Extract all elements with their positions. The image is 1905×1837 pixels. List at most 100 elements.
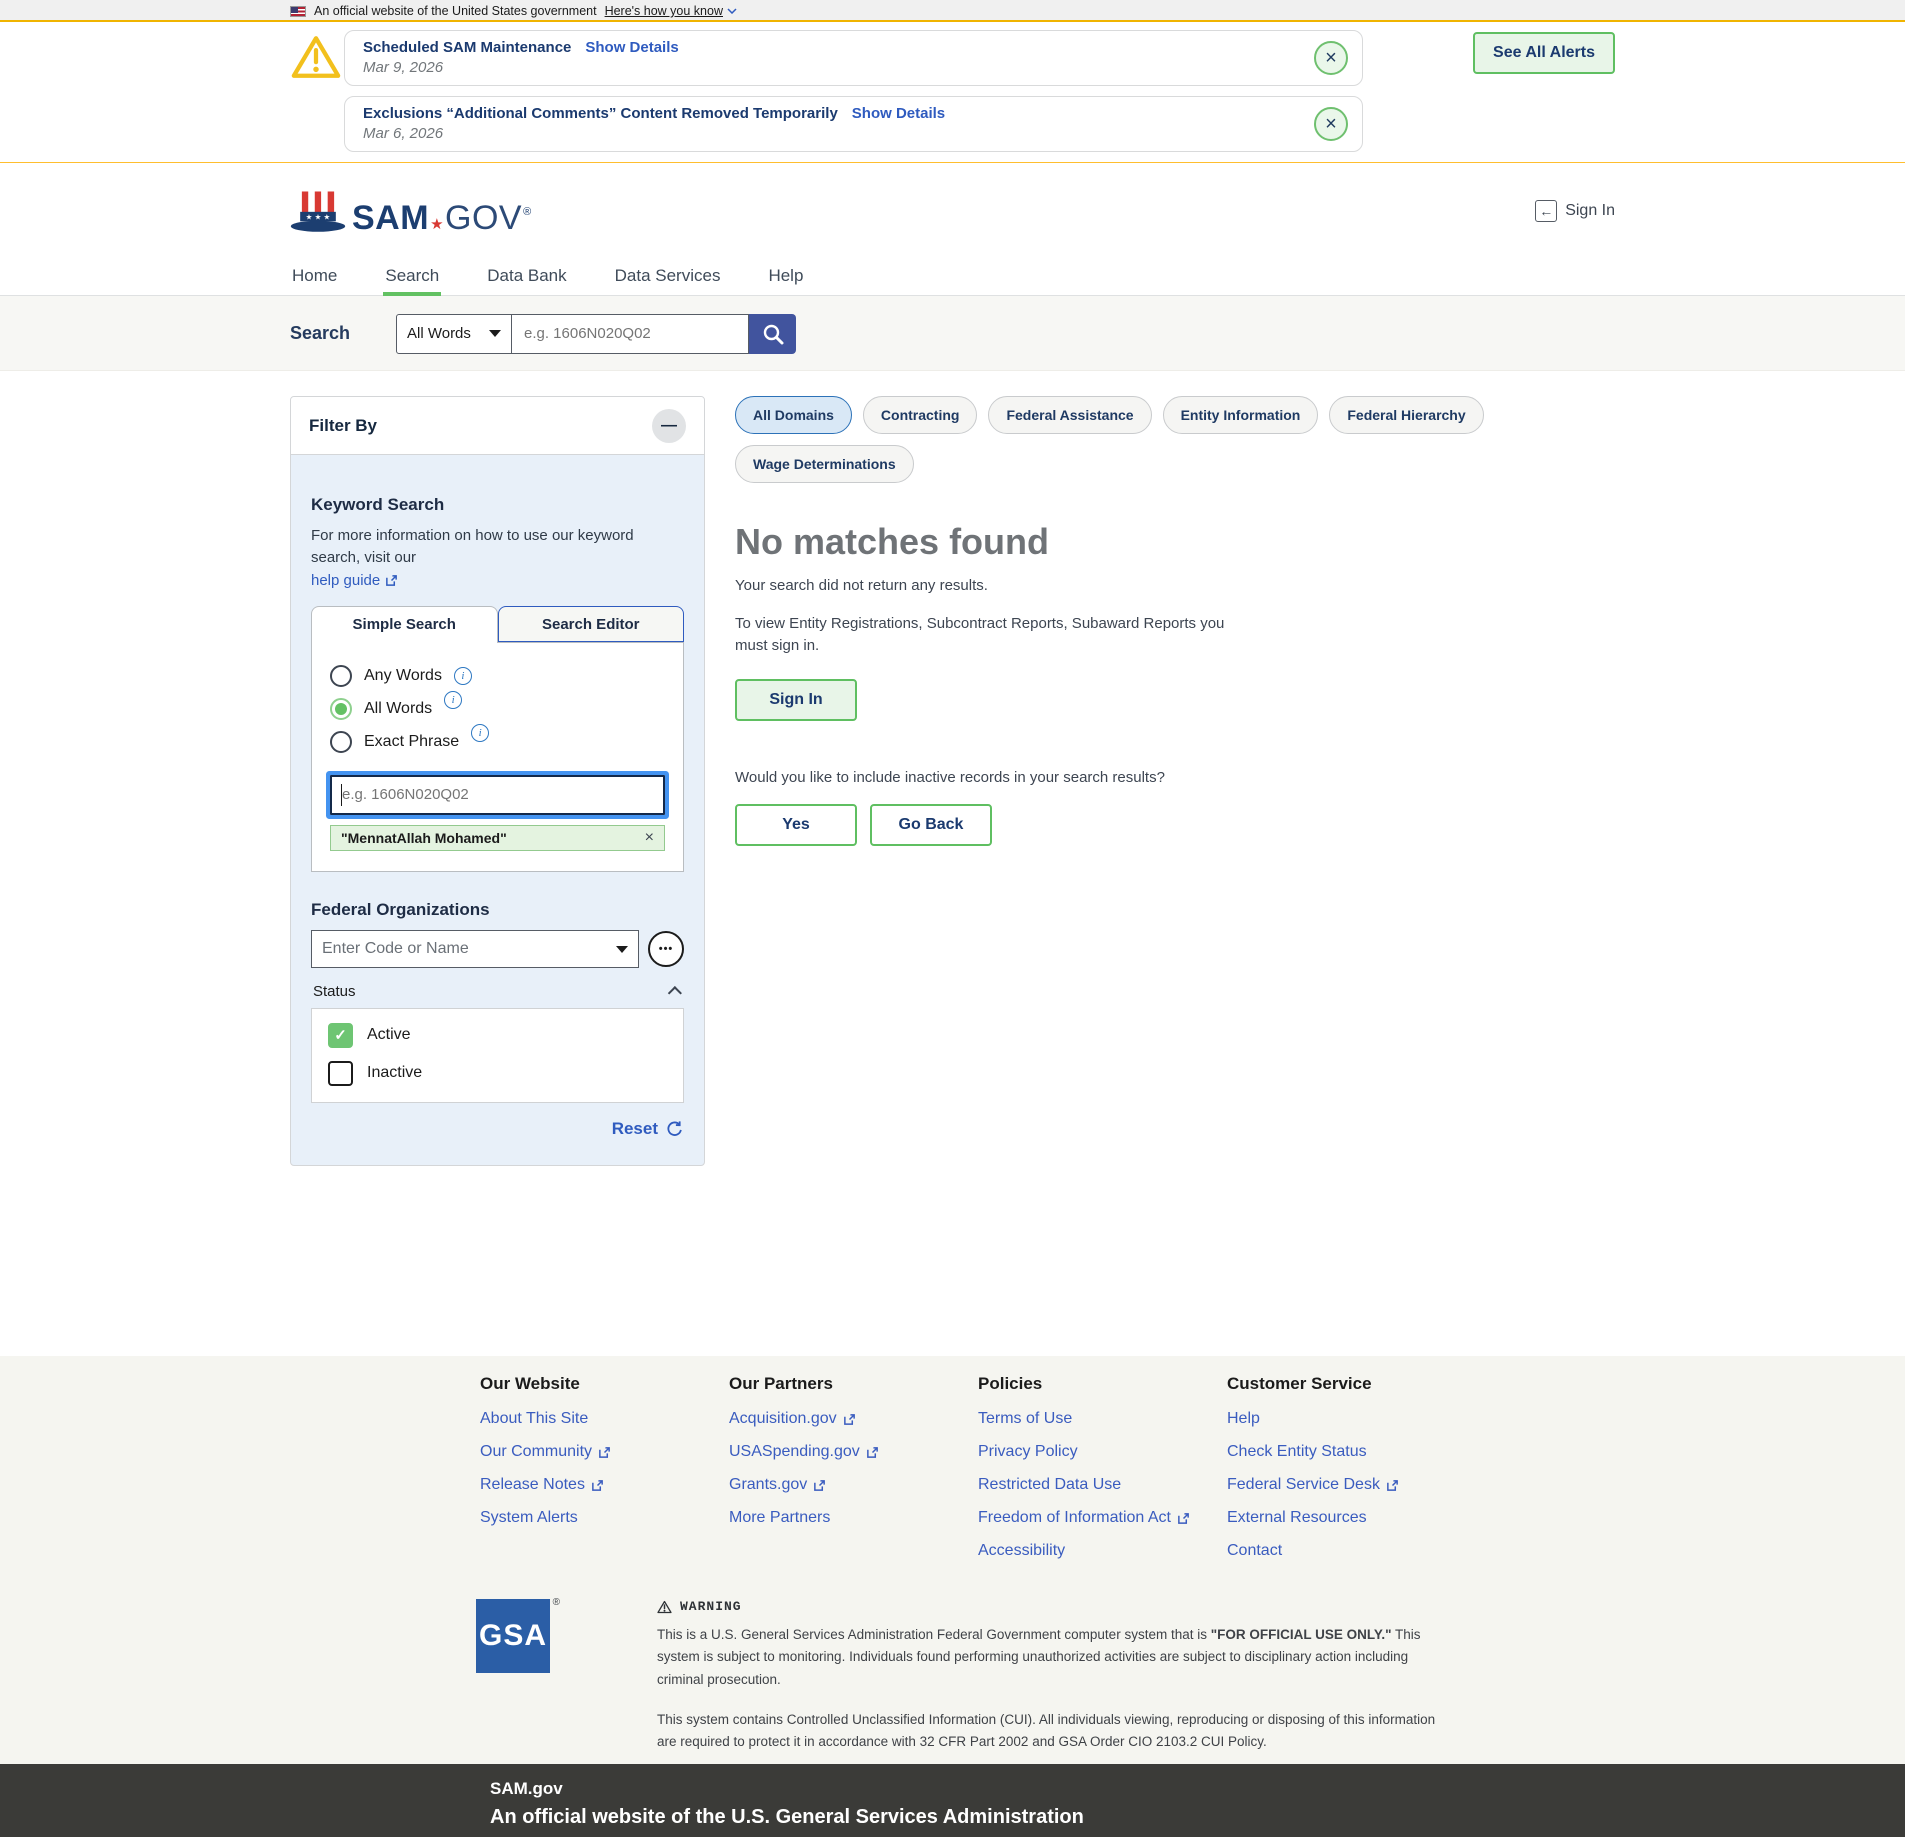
footer-link-label: System Alerts — [480, 1509, 578, 1527]
footer-link-system-alerts[interactable]: System Alerts — [480, 1509, 729, 1527]
alert-card-exclusions: Exclusions “Additional Comments” Content… — [344, 96, 1363, 152]
info-icon[interactable]: i — [444, 691, 462, 709]
help-guide-link[interactable]: help guide — [311, 572, 398, 589]
alert-date: Mar 9, 2026 — [363, 59, 1298, 76]
footer-link-check-entity-status[interactable]: Check Entity Status — [1227, 1443, 1476, 1461]
gov-banner-text: An official website of the United States… — [314, 4, 597, 18]
footer-link-external-resources[interactable]: External Resources — [1227, 1509, 1476, 1527]
radio-circle[interactable] — [330, 665, 352, 687]
nav-item-data-services[interactable]: Data Services — [613, 258, 723, 295]
warning-block: WARNING This is a U.S. General Services … — [657, 1599, 1457, 1753]
enter-arrow-icon: ← — [1535, 200, 1557, 222]
checkbox-label: Inactive — [367, 1064, 422, 1082]
checkbox-unchecked-icon[interactable] — [328, 1061, 353, 1086]
nav-item-home[interactable]: Home — [290, 258, 339, 295]
footer-col-our-partners: Our Partners Acquisition.gov USASpending… — [729, 1374, 978, 1575]
caret-down-icon — [489, 330, 501, 337]
reset-filters-link[interactable]: Reset — [612, 1119, 658, 1139]
info-icon[interactable]: i — [471, 724, 489, 742]
results-sign-in-button[interactable]: Sign In — [735, 679, 857, 721]
keyword-info-text: For more information on how to use our k… — [311, 525, 684, 569]
see-all-alerts-button[interactable]: See All Alerts — [1473, 32, 1615, 74]
show-details-link[interactable]: Show Details — [852, 105, 945, 122]
radio-any-words[interactable]: Any Words i — [330, 665, 665, 687]
keyword-search-input[interactable] — [332, 777, 663, 813]
svg-text:★ ★ ★: ★ ★ ★ — [306, 212, 331, 221]
footer-link-federal-service-desk[interactable]: Federal Service Desk — [1227, 1476, 1476, 1494]
footer-col-heading: Policies — [978, 1374, 1227, 1394]
external-link-icon — [813, 1479, 826, 1492]
no-results-message: Your search did not return any results. — [735, 577, 1615, 594]
footer-link-accessibility[interactable]: Accessibility — [978, 1542, 1227, 1560]
federal-org-input[interactable] — [311, 930, 639, 968]
org-more-options-button[interactable]: ••• — [648, 931, 684, 967]
checkbox-inactive[interactable]: Inactive — [328, 1061, 667, 1086]
footer-link-contact[interactable]: Contact — [1227, 1542, 1476, 1560]
refresh-icon[interactable] — [666, 1120, 684, 1138]
close-alert-button[interactable]: × — [1314, 41, 1348, 75]
search-submit-button[interactable] — [749, 314, 796, 354]
chip-label: "MennatAllah Mohamed" — [341, 830, 507, 846]
sam-gov-logo[interactable]: ★ ★ ★ SAM★GOV® — [290, 187, 532, 235]
external-link-icon — [866, 1446, 879, 1459]
domain-tab-contracting[interactable]: Contracting — [863, 396, 978, 434]
keyword-input-wrap — [330, 775, 665, 815]
keyword-chip: "MennatAllah Mohamed" × — [330, 825, 665, 851]
footer-link-privacy-policy[interactable]: Privacy Policy — [978, 1443, 1227, 1461]
sign-in-link[interactable]: ← Sign In — [1535, 200, 1615, 222]
footer-link-foia[interactable]: Freedom of Information Act — [978, 1509, 1227, 1527]
footer-link-usaspending-gov[interactable]: USASpending.gov — [729, 1443, 978, 1461]
footer-col-customer-service: Customer Service Help Check Entity Statu… — [1227, 1374, 1476, 1575]
include-inactive-question: Would you like to include inactive recor… — [735, 769, 1615, 786]
chip-remove-icon[interactable]: × — [645, 830, 654, 846]
domain-tab-wage-determinations[interactable]: Wage Determinations — [735, 445, 914, 483]
warning-triangle-icon — [290, 30, 344, 85]
alert-title: Scheduled SAM Maintenance — [363, 39, 571, 56]
radio-circle-checked[interactable] — [330, 698, 352, 720]
show-details-link[interactable]: Show Details — [585, 39, 678, 56]
footer-link-release-notes[interactable]: Release Notes — [480, 1476, 729, 1494]
tab-search-editor[interactable]: Search Editor — [498, 606, 685, 642]
checkbox-active[interactable]: ✓ Active — [328, 1023, 667, 1048]
checkbox-checked-icon[interactable]: ✓ — [328, 1023, 353, 1048]
warning-paragraph-1: This is a U.S. General Services Administ… — [657, 1624, 1457, 1691]
footer-link-restricted-data-use[interactable]: Restricted Data Use — [978, 1476, 1227, 1494]
footer-link-acquisition-gov[interactable]: Acquisition.gov — [729, 1410, 978, 1428]
top-search-input[interactable] — [512, 314, 749, 354]
nav-item-search[interactable]: Search — [383, 258, 441, 295]
radio-label: Exact Phrase — [364, 733, 459, 751]
federal-organizations-heading: Federal Organizations — [311, 900, 684, 920]
domain-tab-federal-hierarchy[interactable]: Federal Hierarchy — [1329, 396, 1483, 434]
search-type-select[interactable]: All Words — [396, 314, 512, 354]
tab-simple-search[interactable]: Simple Search — [311, 606, 498, 643]
how-you-know-link[interactable]: Here's how you know — [605, 4, 737, 18]
info-icon[interactable]: i — [454, 667, 472, 685]
search-label: Search — [290, 323, 396, 344]
chevron-up-icon[interactable] — [668, 986, 682, 1000]
radio-exact-phrase[interactable]: Exact Phrase i — [330, 731, 665, 753]
footer-link-terms-of-use[interactable]: Terms of Use — [978, 1410, 1227, 1428]
status-label: Status — [313, 983, 356, 1000]
radio-circle[interactable] — [330, 731, 352, 753]
caret-down-icon[interactable] — [616, 946, 628, 953]
footer-link-grants-gov[interactable]: Grants.gov — [729, 1476, 978, 1494]
footer-col-heading: Customer Service — [1227, 1374, 1476, 1394]
domain-tab-all-domains[interactable]: All Domains — [735, 396, 852, 434]
collapse-filters-button[interactable]: — — [652, 409, 686, 443]
footer-official-text: An official website of the U.S. General … — [490, 1806, 1905, 1829]
domain-tab-entity-information[interactable]: Entity Information — [1163, 396, 1319, 434]
nav-item-data-bank[interactable]: Data Bank — [485, 258, 568, 295]
footer-link-more-partners[interactable]: More Partners — [729, 1509, 978, 1527]
yes-button[interactable]: Yes — [735, 804, 857, 846]
footer-link-help[interactable]: Help — [1227, 1410, 1476, 1428]
go-back-button[interactable]: Go Back — [870, 804, 992, 846]
close-alert-button[interactable]: × — [1314, 107, 1348, 141]
domain-tab-federal-assistance[interactable]: Federal Assistance — [988, 396, 1151, 434]
footer-link-about-this-site[interactable]: About This Site — [480, 1410, 729, 1428]
nav-item-help[interactable]: Help — [766, 258, 805, 295]
footer-link-our-community[interactable]: Our Community — [480, 1443, 729, 1461]
radio-label: Any Words — [364, 667, 442, 685]
no-matches-heading: No matches found — [735, 521, 1615, 563]
radio-all-words[interactable]: All Words i — [330, 698, 665, 720]
alert-date: Mar 6, 2026 — [363, 125, 1298, 142]
